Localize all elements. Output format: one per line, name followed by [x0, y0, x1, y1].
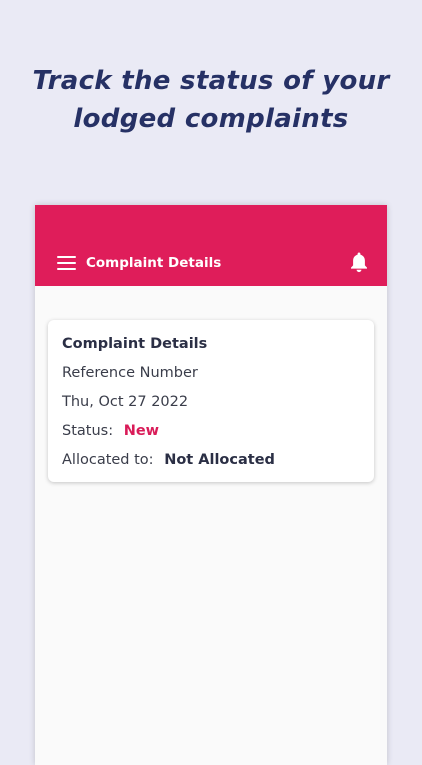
promo-headline: Track the status of your lodged complain…	[0, 62, 422, 138]
complaint-date: Thu, Oct 27 2022	[62, 394, 189, 410]
allocated-label: Allocated to:	[62, 452, 154, 468]
card-title: Complaint Details	[62, 336, 208, 352]
hamburger-menu-icon[interactable]	[57, 256, 76, 271]
allocated-row: Allocated to: Not Allocated	[62, 450, 275, 470]
status-badge: New	[123, 423, 160, 439]
headline-line-1: Track the status of your	[32, 66, 390, 96]
allocated-value: Not Allocated	[164, 452, 275, 468]
app-bar: Complaint Details	[35, 205, 387, 286]
app-bar-title: Complaint Details	[86, 255, 222, 271]
status-row: Status: New	[62, 421, 159, 441]
complaint-card[interactable]: Complaint Details Reference Number Thu, …	[48, 320, 374, 482]
status-label: Status:	[62, 423, 114, 439]
headline-line-2: lodged complaints	[73, 104, 349, 134]
bell-icon[interactable]	[349, 251, 369, 273]
reference-number: Reference Number	[62, 365, 198, 381]
app-screen: Complaint Details Complaint Details Refe…	[35, 205, 387, 765]
